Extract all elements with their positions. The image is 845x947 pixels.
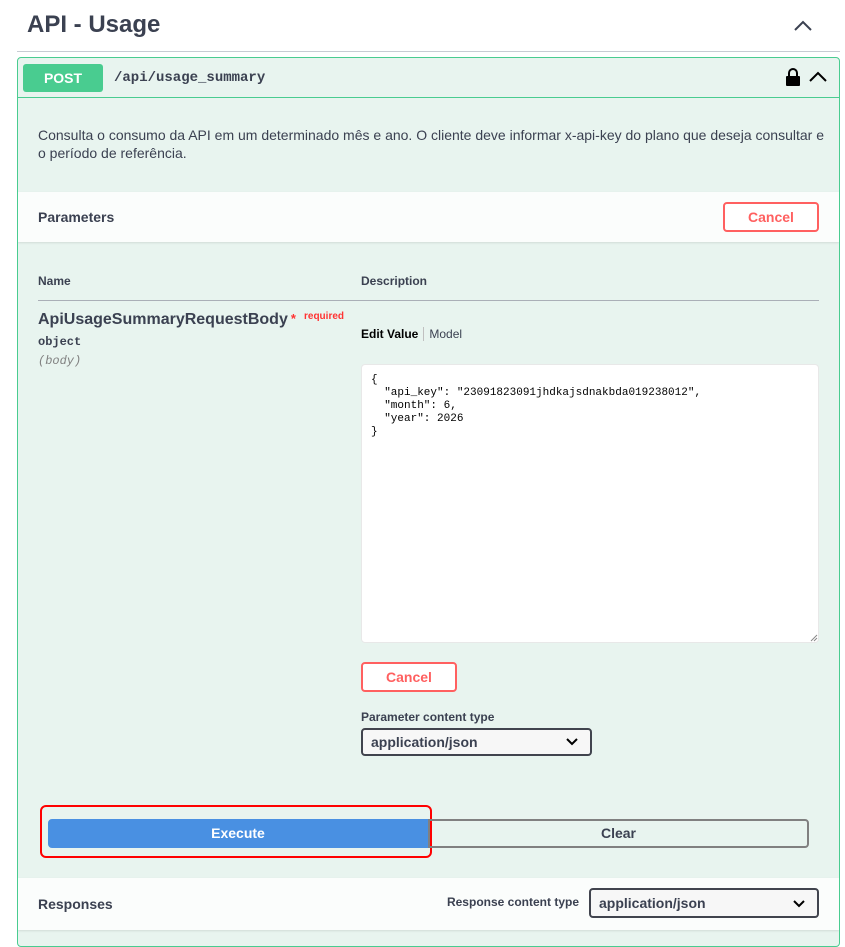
chevron-down-icon	[793, 900, 805, 908]
response-content-type-value: application/json	[599, 895, 706, 911]
parameter-type: object	[38, 335, 82, 349]
tag-title: API - Usage	[27, 11, 161, 38]
parameters-title: Parameters	[38, 209, 115, 225]
tag-header[interactable]: API - Usage	[17, 0, 840, 52]
cancel-button[interactable]: Cancel	[723, 202, 819, 232]
required-star: *	[290, 311, 296, 326]
execute-button[interactable]: Execute	[48, 819, 428, 848]
chevron-up-icon[interactable]	[792, 15, 814, 37]
tab-model[interactable]: Model	[424, 327, 462, 341]
parameter-content-type-label: Parameter content type	[361, 710, 495, 724]
chevron-down-icon	[566, 738, 578, 746]
operation-description: Consulta o consumo da API em um determin…	[38, 127, 824, 161]
responses-title: Responses	[38, 896, 113, 912]
request-body-editor[interactable]: { "api_key": "23091823091jhdkajsdnakbda0…	[361, 364, 819, 643]
method-badge: POST	[23, 64, 103, 92]
response-content-type-label: Response content type	[446, 895, 579, 909]
parameters-header: Parameters Cancel	[18, 192, 839, 242]
parameter-content-type-value: application/json	[371, 734, 478, 750]
clear-button[interactable]: Clear	[428, 819, 809, 848]
parameter-name-text: ApiUsageSummaryRequestBody	[38, 311, 288, 328]
lock-icon[interactable]	[785, 67, 801, 87]
parameter-name: ApiUsageSummaryRequestBody *	[38, 311, 296, 329]
operation-path: /api/usage_summary	[114, 70, 266, 86]
operation-summary[interactable]: POST /api/usage_summary	[18, 58, 839, 98]
operation-block: POST /api/usage_summary Consulta o consu…	[17, 57, 840, 947]
body-tabs: Edit Value Model	[361, 327, 462, 341]
tab-edit-value[interactable]: Edit Value	[361, 327, 425, 341]
required-label: required	[304, 311, 345, 322]
cancel-edit-button[interactable]: Cancel	[361, 662, 457, 692]
resize-grip-icon[interactable]	[810, 634, 818, 642]
column-header-description: Description	[361, 274, 428, 288]
response-content-type-select[interactable]: application/json	[589, 888, 819, 918]
table-divider	[38, 300, 819, 301]
parameter-location: (body)	[38, 354, 82, 368]
chevron-up-icon[interactable]	[807, 67, 829, 87]
responses-header: Responses Response content type applicat…	[18, 878, 839, 930]
column-header-name: Name	[38, 274, 71, 288]
parameter-content-type-select[interactable]: application/json	[361, 728, 592, 756]
